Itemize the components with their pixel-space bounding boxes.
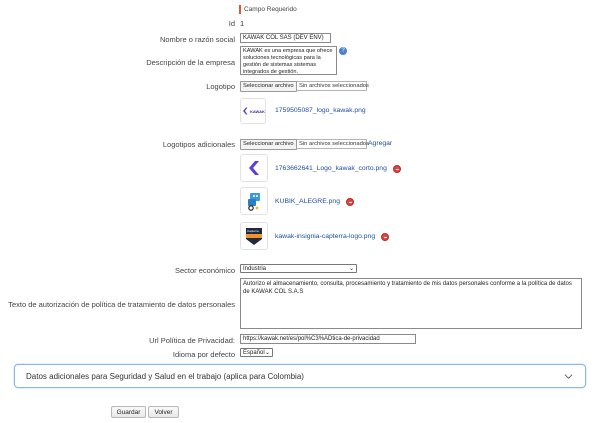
extra-logo-link-1[interactable]: 1763662641_Logo_kawak_corto.png bbox=[275, 165, 387, 172]
delete-icon[interactable] bbox=[393, 165, 401, 173]
language-selected-value: Español bbox=[243, 350, 265, 356]
language-select[interactable]: Español ⌄ bbox=[240, 348, 273, 357]
logo-file-link[interactable]: 1759505087_logo_kawak.png bbox=[275, 107, 366, 114]
language-label: Idioma por defecto bbox=[172, 350, 235, 359]
privacy-url-input[interactable]: https://kawak.net/es/pol%C3%ADtica-de-pr… bbox=[240, 334, 416, 344]
required-indicator-bar bbox=[239, 5, 241, 14]
consent-textarea[interactable]: Autorizo el almacenamiento, consulta, pr… bbox=[240, 278, 582, 329]
chevron-down-icon: ⌄ bbox=[264, 350, 270, 356]
sst-accordion[interactable]: Datos adicionales para Seguridad y Salud… bbox=[14, 364, 586, 388]
extra-logo-link-2[interactable]: KUBIK_ALEGRE.png bbox=[275, 198, 340, 205]
id-value: 1 bbox=[240, 19, 245, 28]
consent-label: Texto de autorización de política de tra… bbox=[8, 300, 235, 309]
logo-thumb-text: KAWAK bbox=[250, 109, 265, 114]
extra-logo-thumbnail bbox=[240, 187, 268, 215]
id-label: Id bbox=[228, 19, 235, 28]
back-button[interactable]: Volver bbox=[148, 406, 179, 418]
chevron-down-icon bbox=[564, 374, 573, 379]
name-input[interactable]: KAWAK COL SAS (DEV ENV) bbox=[240, 33, 331, 43]
save-button[interactable]: Guardar bbox=[111, 406, 146, 418]
add-logo-link[interactable]: Agregar bbox=[368, 140, 392, 147]
extra-logos-select-file-button[interactable]: Seleccionar archivo bbox=[240, 139, 297, 150]
description-label: Descripción de la empresa bbox=[146, 58, 235, 67]
logo-select-file-button[interactable]: Seleccionar archivo bbox=[240, 81, 297, 92]
delete-icon[interactable] bbox=[346, 198, 354, 206]
required-note: Campo Requerido bbox=[244, 6, 297, 13]
delete-icon[interactable] bbox=[381, 233, 389, 241]
capterra-badge-text: Capterra bbox=[247, 229, 259, 233]
extra-logos-file-status: Sin archivos seleccionados bbox=[299, 141, 369, 147]
kawak-k-icon bbox=[244, 158, 264, 178]
accordion-title: Datos adicionales para Seguridad y Salud… bbox=[26, 372, 304, 381]
extra-logo-thumbnail bbox=[240, 154, 268, 182]
description-textarea[interactable]: KAWAK es una empresa que ofrece solucion… bbox=[240, 46, 337, 75]
kubik-robot-icon bbox=[248, 193, 260, 211]
extra-logo-link-3[interactable]: kawak-insignia-capterra-logo.png bbox=[275, 233, 375, 240]
extra-logos-label: Logotipos adicionales bbox=[162, 140, 235, 149]
logo-thumbnail: KAWAK bbox=[240, 98, 266, 124]
name-label: Nombre o razón social bbox=[159, 35, 235, 44]
logo-file-status: Sin archivos seleccionados bbox=[299, 83, 369, 89]
chevron-down-icon: ⌄ bbox=[348, 266, 354, 272]
extra-logo-thumbnail: Capterra bbox=[240, 222, 268, 250]
help-icon[interactable]: ? bbox=[339, 47, 347, 55]
logo-label: Logotipo bbox=[206, 82, 235, 91]
sector-selected-value: Industria bbox=[243, 266, 267, 272]
sector-select[interactable]: Industria ⌄ bbox=[240, 264, 357, 273]
privacy-url-label: Url Política de Privacidad: bbox=[149, 336, 235, 345]
sector-label: Sector económico bbox=[174, 266, 235, 275]
